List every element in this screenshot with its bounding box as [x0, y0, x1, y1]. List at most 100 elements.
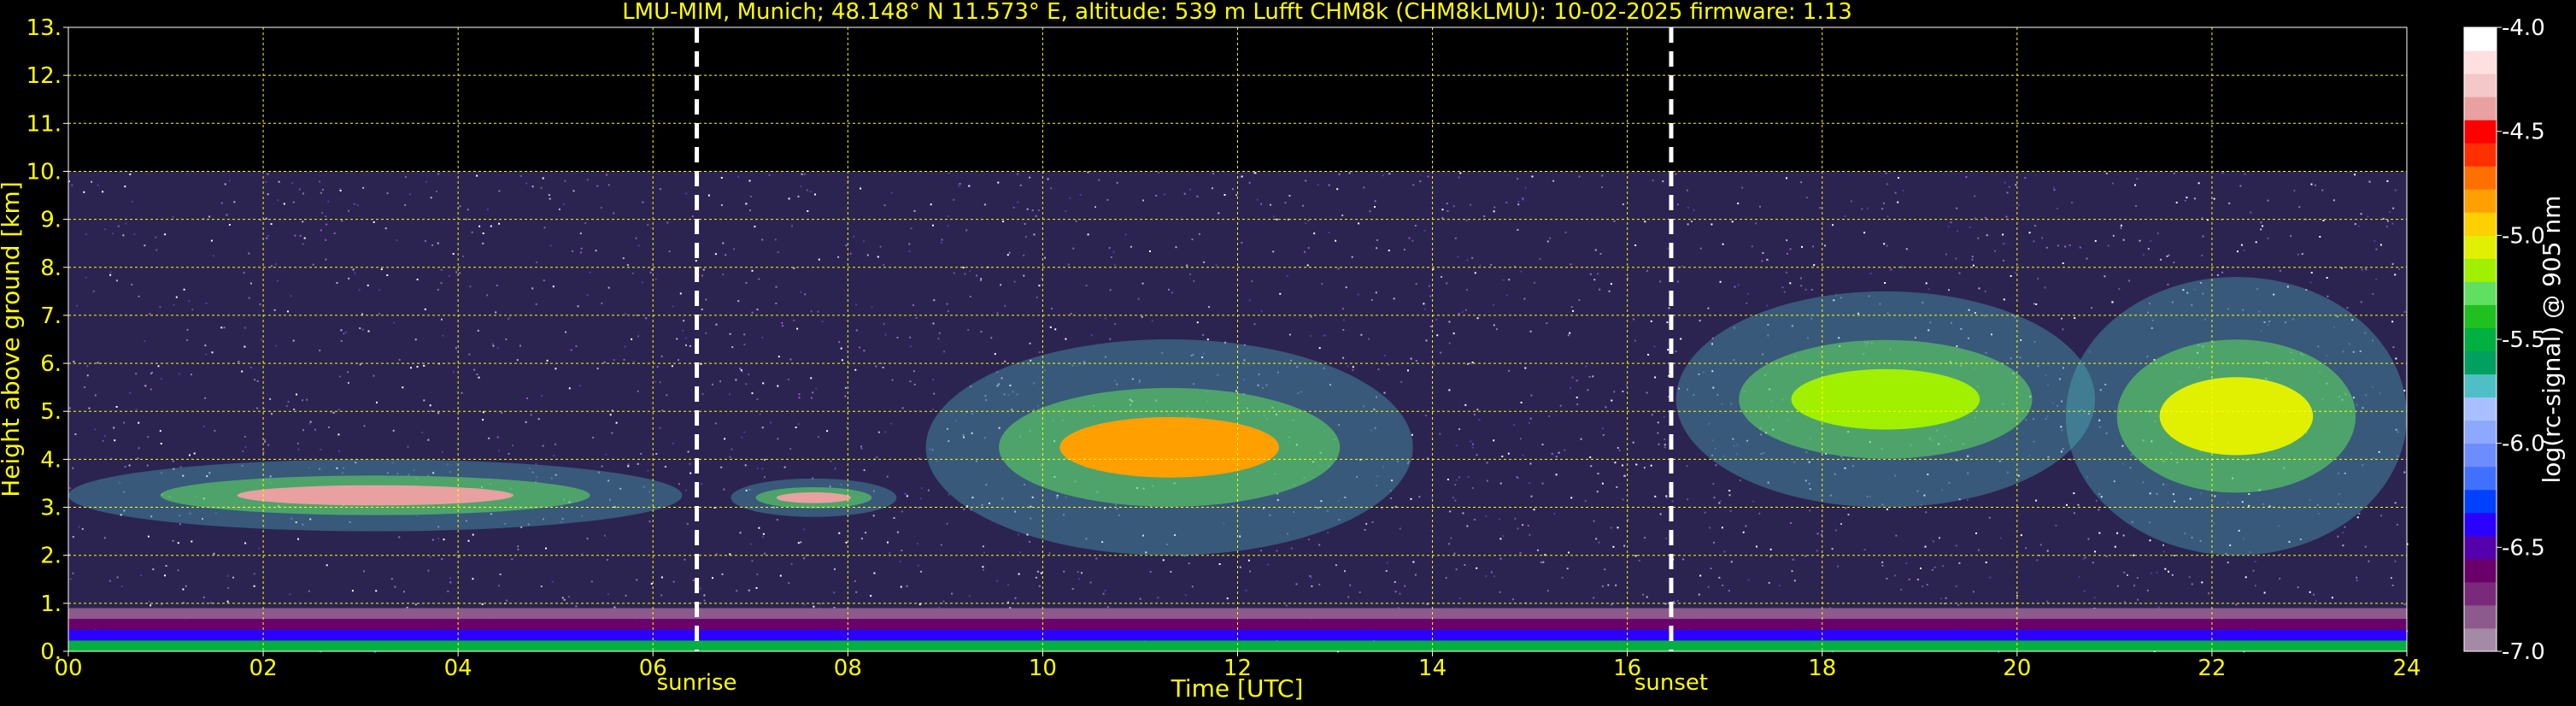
noise-speck: [775, 303, 777, 304]
noise-speck: [692, 580, 695, 581]
noise-speck: [849, 252, 852, 255]
noise-speck: [1762, 252, 1764, 254]
noise-speck: [787, 379, 789, 380]
noise-speck: [376, 401, 378, 403]
noise-speck: [69, 487, 72, 490]
noise-speck: [512, 444, 514, 447]
noise-speck: [2071, 202, 2074, 204]
noise-speck: [953, 272, 955, 274]
chart-title: LMU-MIM, Munich; 48.148° N 11.573° E, al…: [622, 0, 1852, 25]
noise-speck: [469, 285, 472, 288]
noise-speck: [1070, 313, 1072, 315]
noise-speck: [1958, 562, 1961, 564]
noise-speck: [1555, 474, 1558, 476]
noise-speck: [354, 272, 356, 274]
noise-speck: [806, 189, 808, 191]
noise-speck: [1659, 280, 1662, 283]
noise-speck: [705, 332, 707, 334]
noise-speck: [1345, 286, 1347, 289]
noise-speck: [499, 574, 502, 575]
noise-speck: [138, 295, 140, 297]
noise-speck: [1137, 297, 1140, 300]
noise-speck: [1049, 326, 1052, 328]
noise-speck: [155, 236, 157, 238]
noise-speck: [1149, 570, 1152, 573]
noise-speck: [358, 289, 361, 291]
noise-speck: [2127, 574, 2128, 576]
noise-speck: [1681, 265, 1683, 268]
noise-speck: [1612, 545, 1615, 548]
noise-speck: [2372, 293, 2374, 295]
noise-speck: [267, 235, 270, 237]
noise-speck: [1599, 288, 1601, 291]
noise-speck: [1676, 280, 1679, 283]
noise-speck: [109, 274, 112, 276]
noise-speck: [1553, 513, 1556, 515]
noise-speck: [2346, 307, 2349, 309]
noise-speck: [306, 398, 308, 401]
noise-speck: [1449, 510, 1452, 513]
noise-speck: [2254, 585, 2256, 587]
x-axis-label: Time [UTC]: [1171, 674, 1304, 703]
noise-speck: [548, 194, 550, 197]
noise-speck: [1306, 264, 1309, 267]
noise-speck: [1347, 365, 1349, 368]
noise-speck: [1188, 562, 1190, 565]
noise-speck: [72, 467, 74, 469]
noise-speck: [123, 421, 126, 424]
noise-speck: [701, 392, 704, 395]
noise-speck: [1305, 179, 1307, 182]
noise-speck: [202, 425, 205, 427]
noise-speck: [1555, 456, 1558, 458]
noise-speck: [1374, 200, 1376, 203]
noise-speck: [2015, 184, 2017, 186]
noise-speck: [71, 184, 73, 186]
noise-speck: [244, 327, 246, 329]
noise-speck: [2221, 172, 2224, 174]
noise-speck: [1429, 295, 1432, 297]
noise-speck: [2079, 246, 2081, 249]
noise-speck: [472, 533, 474, 536]
noise-speck: [768, 174, 771, 176]
noise-speck: [74, 433, 77, 435]
noise-speck: [984, 203, 986, 206]
noise-speck: [2191, 583, 2193, 585]
noise-speck: [1499, 538, 1502, 540]
noise-speck: [1002, 221, 1005, 223]
noise-speck: [386, 192, 389, 195]
noise-speck: [1622, 498, 1624, 501]
noise-speck: [1208, 306, 1211, 309]
noise-speck: [1037, 209, 1040, 211]
noise-speck: [1445, 577, 1447, 580]
noise-speck: [1360, 333, 1363, 336]
noise-speck: [2164, 568, 2167, 570]
noise-speck: [1368, 338, 1370, 340]
noise-speck: [1623, 544, 1626, 547]
noise-speck: [478, 225, 481, 227]
noise-speck: [722, 274, 725, 276]
noise-speck: [2168, 570, 2169, 573]
noise-speck: [1455, 568, 1458, 571]
noise-speck: [338, 450, 340, 452]
noise-speck: [919, 497, 922, 500]
noise-speck: [607, 593, 609, 596]
noise-speck: [191, 374, 192, 376]
noise-speck: [840, 347, 842, 350]
noise-speck: [348, 209, 349, 212]
noise-speck: [128, 464, 131, 467]
noise-speck: [486, 294, 489, 297]
noise-speck: [2062, 262, 2064, 264]
noise-speck: [1458, 428, 1461, 431]
noise-speck: [144, 244, 146, 247]
noise-speck: [751, 560, 754, 562]
noise-speck: [813, 605, 815, 608]
noise-speck: [1718, 502, 1721, 504]
noise-speck: [1539, 258, 1541, 261]
noise-speck: [552, 285, 555, 288]
noise-speck: [796, 327, 799, 330]
noise-speck: [1984, 216, 1986, 219]
noise-speck: [208, 215, 210, 218]
noise-speck: [567, 596, 570, 598]
noise-speck: [788, 582, 790, 585]
noise-speck: [2186, 197, 2188, 199]
